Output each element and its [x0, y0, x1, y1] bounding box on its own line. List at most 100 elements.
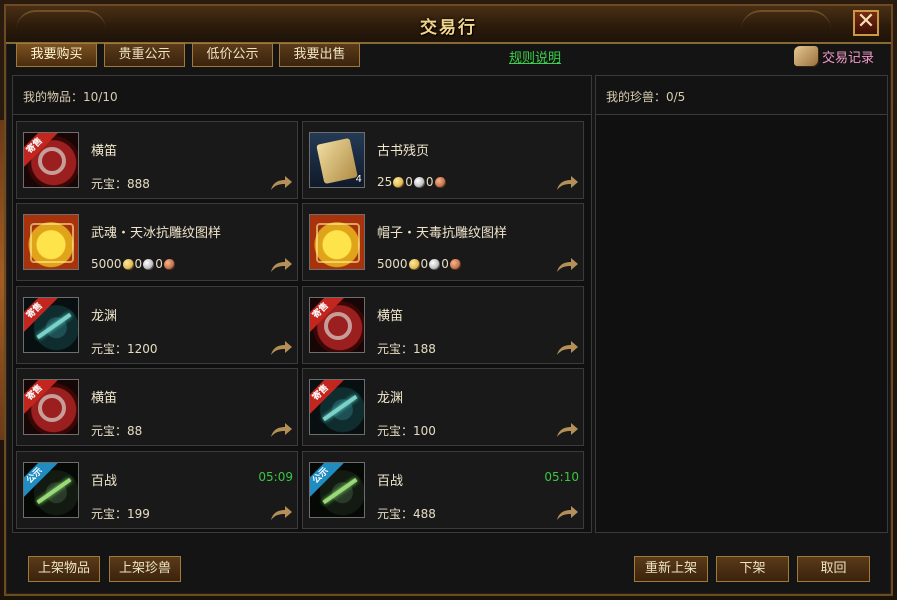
share-arrow-icon[interactable]: [269, 174, 293, 192]
item-card[interactable]: 武魂・天冰抗雕纹图样 5000 0 0: [16, 203, 298, 281]
gold-coin-icon: [408, 258, 420, 270]
gold-coin-icon: [122, 258, 134, 270]
copper-amount: 0: [425, 175, 434, 189]
item-name: 百战: [377, 474, 404, 489]
copper-amount: 0: [441, 257, 449, 271]
item-card[interactable]: 寄售 横笛 元宝：88: [16, 368, 298, 446]
gold-amount: 5000: [377, 257, 408, 271]
dragon-weapon-icon: 寄售: [309, 379, 365, 435]
gold-coin-icon: [393, 176, 405, 188]
consign-ribbon: 寄售: [310, 380, 344, 416]
item-price-coins: 5000 0 0: [91, 257, 176, 271]
share-arrow-icon[interactable]: [269, 504, 293, 522]
item-name: 横笛: [377, 309, 404, 324]
silver-coin-icon: [429, 258, 441, 270]
silver-coin-icon: [143, 258, 155, 270]
tab-buy[interactable]: 我要购买: [16, 43, 97, 67]
item-card[interactable]: 寄售 横笛 元宝：888: [16, 121, 298, 199]
consign-ribbon: 寄售: [24, 133, 58, 169]
item-price: 元宝：888: [91, 177, 150, 191]
copper-coin-icon: [449, 258, 461, 270]
notice-ribbon: 公示: [310, 463, 344, 499]
notice-timer: 05:09: [258, 470, 293, 484]
delist-button[interactable]: 下架: [716, 556, 789, 582]
item-card[interactable]: 帽子・天毒抗雕纹图样 5000 0 0: [302, 203, 584, 281]
tab-lowprice-notice[interactable]: 低价公示: [192, 43, 273, 67]
notice-timer: 05:10: [544, 470, 579, 484]
item-card[interactable]: 寄售 龙渊 元宝：100: [302, 368, 584, 446]
share-arrow-icon[interactable]: [555, 174, 579, 192]
share-arrow-icon[interactable]: [269, 256, 293, 274]
flute-icon: 寄售: [309, 297, 365, 353]
notice-ribbon: 公示: [24, 463, 58, 499]
item-price: 元宝：188: [377, 342, 436, 356]
flute-icon: 寄售: [23, 379, 79, 435]
item-name: 古书残页: [377, 144, 430, 159]
share-arrow-icon[interactable]: [269, 421, 293, 439]
pattern-icon: [23, 214, 79, 270]
tab-valuable-notice[interactable]: 贵重公示: [104, 43, 185, 67]
item-price-coins: 5000 0 0: [377, 257, 462, 271]
item-price: 元宝：1200: [91, 342, 158, 356]
window-title: 交易行: [420, 18, 477, 38]
item-name: 武魂・天冰抗雕纹图样: [91, 226, 222, 241]
silver-coin-icon: [413, 176, 425, 188]
scroll-icon: 4: [309, 132, 365, 188]
item-price: 元宝：199: [91, 507, 150, 521]
relist-button[interactable]: 重新上架: [634, 556, 708, 582]
share-arrow-icon[interactable]: [555, 504, 579, 522]
item-card[interactable]: 寄售 龙渊 元宝：1200: [16, 286, 298, 364]
consign-ribbon: 寄售: [24, 298, 58, 334]
silver-amount: 0: [405, 175, 413, 189]
my-pets-header: 我的珍兽：0/5: [596, 76, 887, 115]
gold-amount: 25: [377, 175, 393, 189]
scroll-icon: [794, 46, 818, 66]
silver-amount: 0: [134, 257, 143, 271]
consign-ribbon: 寄售: [24, 380, 58, 416]
flute-icon: 寄售: [23, 132, 79, 188]
tab-sell[interactable]: 我要出售: [279, 43, 360, 67]
item-card[interactable]: 寄售 横笛 元宝：188: [302, 286, 584, 364]
baizhan-weapon-icon: 公示: [23, 462, 79, 518]
item-card[interactable]: 4 古书残页 25 0 0: [302, 121, 584, 199]
item-name: 龙渊: [91, 309, 118, 324]
copper-coin-icon: [163, 258, 175, 270]
title-bar: 交易行 ✕: [6, 6, 891, 44]
item-name: 帽子・天毒抗雕纹图样: [377, 226, 508, 241]
item-name: 横笛: [91, 144, 118, 159]
item-card[interactable]: 公示 百战 05:09 元宝：199: [16, 451, 298, 529]
copper-amount: 0: [155, 257, 163, 271]
item-price-coins: 25 0 0: [377, 175, 447, 189]
rules-link[interactable]: 规则说明: [509, 47, 561, 66]
share-arrow-icon[interactable]: [555, 256, 579, 274]
trade-history-label: 交易记录: [822, 51, 875, 66]
gold-amount: 5000: [91, 257, 122, 271]
pattern-icon: [309, 214, 365, 270]
my-pets-count: 我的珍兽：0/5: [606, 90, 686, 104]
share-arrow-icon[interactable]: [269, 339, 293, 357]
item-name: 百战: [91, 474, 118, 489]
list-item-button[interactable]: 上架物品: [28, 556, 100, 582]
retrieve-button[interactable]: 取回: [797, 556, 870, 582]
item-quantity: 4: [355, 174, 362, 185]
trade-history-button[interactable]: 交易记录: [792, 43, 884, 69]
silver-amount: 0: [420, 257, 429, 271]
list-pet-button[interactable]: 上架珍兽: [109, 556, 181, 582]
baizhan-weapon-icon: 公示: [309, 462, 365, 518]
my-items-header: 我的物品：10/10: [13, 76, 591, 115]
my-items-count: 我的物品：10/10: [23, 90, 118, 104]
close-icon: ✕: [856, 9, 876, 34]
close-button[interactable]: ✕: [853, 10, 879, 36]
consign-ribbon: 寄售: [310, 298, 344, 334]
item-name: 龙渊: [377, 391, 404, 406]
share-arrow-icon[interactable]: [555, 339, 579, 357]
share-arrow-icon[interactable]: [555, 421, 579, 439]
dragon-weapon-icon: 寄售: [23, 297, 79, 353]
item-card[interactable]: 公示 百战 05:10 元宝：488: [302, 451, 584, 529]
item-price: 元宝：488: [377, 507, 436, 521]
copper-coin-icon: [434, 176, 446, 188]
my-pets-panel: 我的珍兽：0/5: [595, 75, 888, 533]
item-price: 元宝：100: [377, 424, 436, 438]
item-price: 元宝：88: [91, 424, 143, 438]
item-name: 横笛: [91, 391, 118, 406]
